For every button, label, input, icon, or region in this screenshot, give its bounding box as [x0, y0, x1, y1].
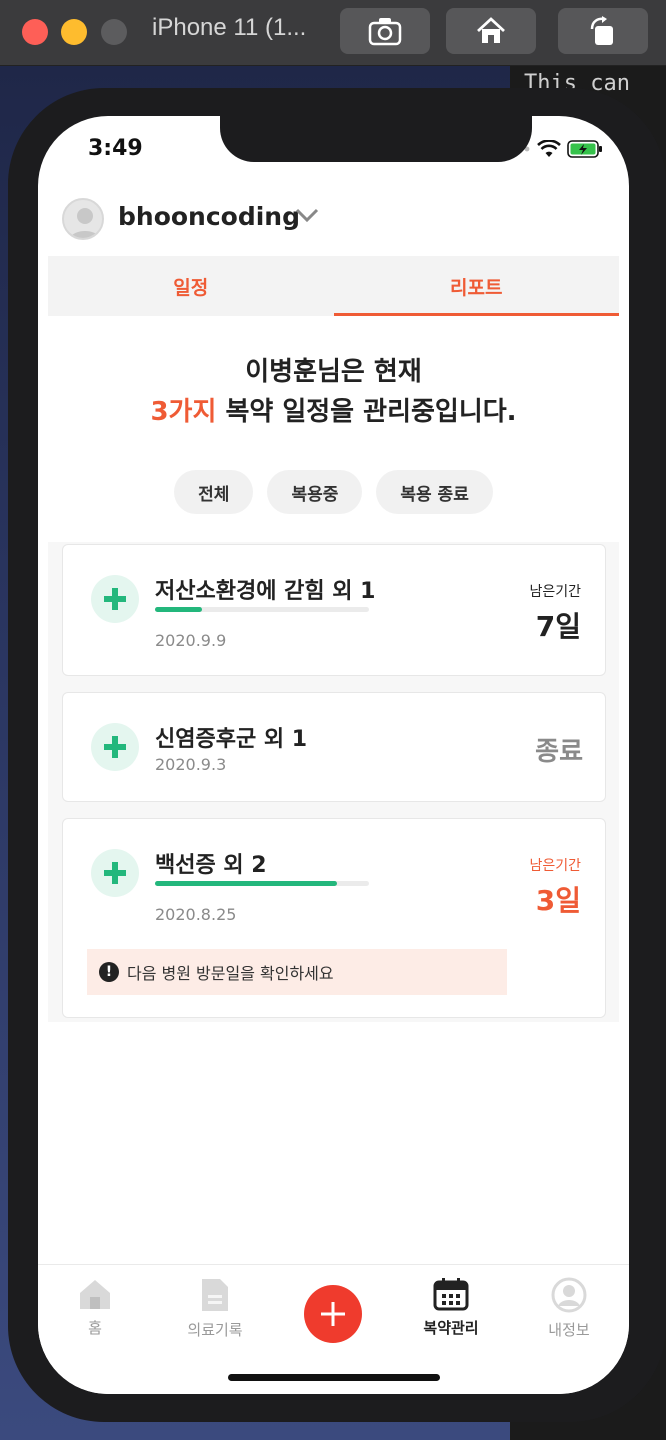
username[interactable]: bhooncoding	[118, 202, 300, 231]
app-screen: 3:49 bhooncoding 일정 리포트 이병훈님은 현재 3가지 복약 …	[38, 116, 629, 1394]
nav-home[interactable]: 홈	[40, 1277, 150, 1338]
nav-label: 내정보	[548, 1321, 590, 1339]
medication-plus-icon	[91, 723, 139, 771]
remain-value: 7일	[535, 610, 581, 643]
nav-label: 복약관리	[423, 1319, 479, 1337]
summary-line-2-rest: 복약 일정을 관리중입니다.	[216, 397, 517, 427]
filter-chips: 전체 복용중 복용 종료	[38, 470, 629, 514]
nav-my-info[interactable]: 내정보	[514, 1277, 624, 1340]
tab-report[interactable]: 리포트	[333, 256, 620, 316]
tab-bar: 일정 리포트	[48, 256, 619, 316]
medication-card[interactable]: 백선증 외 2 2020.8.25 남은기간 3일 ! 다음 병원 방문일을 확…	[62, 818, 606, 1018]
card-title: 백선증 외 2	[155, 853, 267, 878]
remain-label: 남은기간	[529, 584, 581, 600]
medication-plus-icon	[91, 575, 139, 623]
home-icon	[80, 1280, 110, 1309]
home-button[interactable]	[446, 8, 536, 54]
battery-icon	[567, 140, 602, 158]
card-title: 저산소환경에 갇힘 외 1	[155, 579, 376, 604]
profile-icon	[70, 208, 100, 238]
wifi-icon	[537, 140, 561, 157]
home-icon	[477, 17, 505, 43]
app-header: bhooncoding	[38, 192, 629, 254]
chevron-down-icon[interactable]	[294, 206, 320, 224]
remain-value: 3일	[535, 884, 581, 917]
filter-taking[interactable]: 복용중	[267, 470, 363, 514]
zoom-window-button[interactable]	[101, 19, 127, 45]
visit-notice[interactable]: ! 다음 병원 방문일을 확인하세요	[87, 949, 507, 995]
remain-label: 남은기간	[529, 858, 581, 874]
card-date: 2020.8.25	[155, 905, 237, 924]
nav-label: 홈	[88, 1319, 102, 1337]
nav-label: 의료기록	[187, 1321, 243, 1339]
card-date: 2020.9.9	[155, 631, 227, 650]
rotate-icon	[590, 16, 613, 45]
card-date: 2020.9.3	[155, 755, 227, 774]
screenshot-button[interactable]	[340, 8, 430, 54]
plus-icon	[321, 1302, 345, 1326]
summary-line-2: 3가지 복약 일정을 관리중입니다.	[38, 392, 629, 432]
document-icon	[202, 1279, 228, 1311]
summary-line-1: 이병훈님은 현재	[245, 357, 422, 387]
nav-medication[interactable]: 복약관리	[396, 1277, 506, 1338]
summary-text: 이병훈님은 현재 3가지 복약 일정을 관리중입니다.	[38, 352, 629, 432]
card-title: 신염증후군 외 1	[155, 727, 308, 752]
rotate-button[interactable]	[558, 8, 648, 54]
medication-card[interactable]: 신염증후군 외 1 2020.9.3 종료	[62, 692, 606, 802]
calendar-icon	[433, 1278, 469, 1311]
add-button[interactable]	[304, 1285, 362, 1343]
progress-bar	[155, 881, 369, 886]
medication-card[interactable]: 저산소환경에 갇힘 외 1 2020.9.9 남은기간 7일	[62, 544, 606, 676]
schedule-count: 3가지	[150, 397, 217, 427]
home-indicator	[228, 1374, 440, 1381]
medication-plus-icon	[91, 849, 139, 897]
notice-text: 다음 병원 방문일을 확인하세요	[127, 964, 334, 983]
progress-fill	[155, 607, 203, 612]
medication-list: 저산소환경에 갇힘 외 1 2020.9.9 남은기간 7일 신염증후군 외 1…	[48, 542, 619, 1022]
profile-icon	[551, 1277, 587, 1313]
screenshot-icon	[368, 18, 402, 46]
notch	[220, 116, 532, 162]
user-avatar[interactable]	[62, 198, 104, 240]
filter-finished[interactable]: 복용 종료	[376, 470, 493, 514]
status-time: 3:49	[88, 136, 143, 161]
minimize-window-button[interactable]	[61, 19, 87, 45]
tab-schedule[interactable]: 일정	[48, 256, 334, 316]
simulator-titlebar: iPhone 11 (1...	[0, 0, 666, 66]
progress-fill	[155, 881, 337, 886]
filter-all[interactable]: 전체	[174, 470, 254, 514]
close-window-button[interactable]	[22, 19, 48, 45]
progress-bar	[155, 607, 369, 612]
window-title: iPhone 11 (1...	[152, 14, 307, 41]
finished-status: 종료	[535, 737, 583, 767]
nav-medical-records[interactable]: 의료기록	[160, 1277, 270, 1340]
alert-icon: !	[99, 962, 119, 982]
